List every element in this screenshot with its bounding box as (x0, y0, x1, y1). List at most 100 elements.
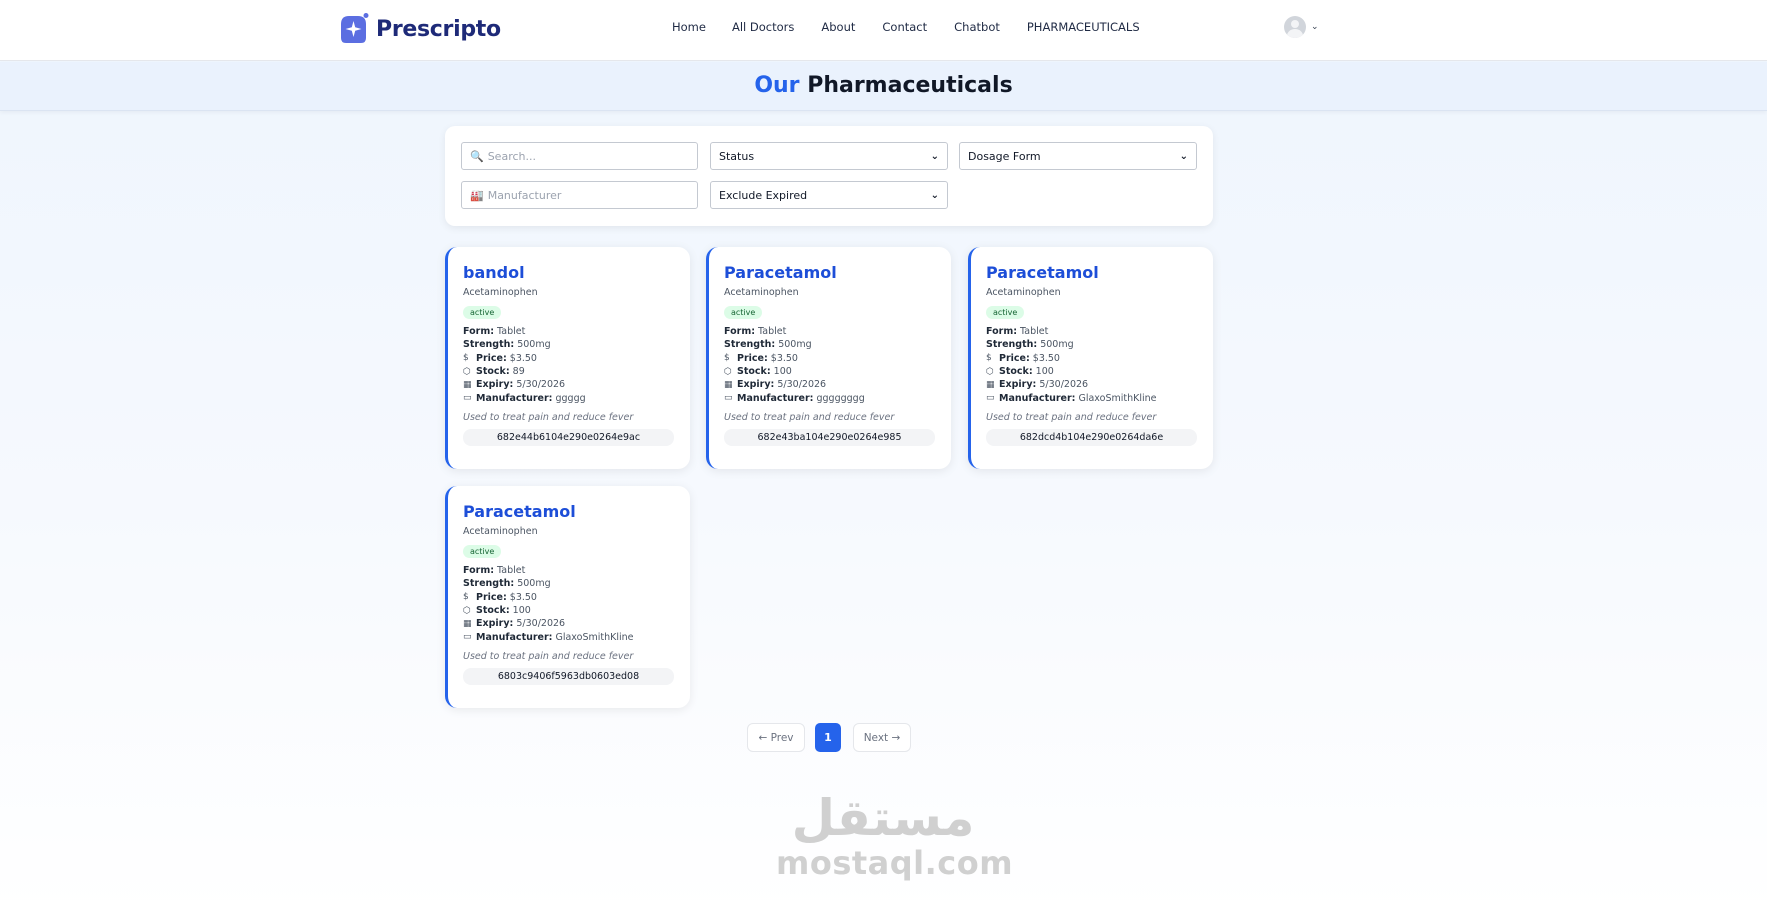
manufacturer-row: ▭ Manufacturer: ggggg (463, 391, 674, 404)
stock-row: ⬡ Stock: 100 (724, 365, 935, 378)
medicine-card[interactable]: Paracetamol Acetaminophen active Form: Ta… (706, 247, 951, 469)
price-row: $ Price: $3.50 (463, 591, 674, 604)
medicine-description: Used to treat pain and reduce fever (463, 650, 634, 662)
top-navbar: Prescripto Home All Doctors About Contac… (0, 0, 1767, 61)
form-label: Form: (724, 326, 756, 338)
chevron-down-icon[interactable]: ⌄ (1311, 22, 1319, 32)
page-title-band: Our Pharmaceuticals (0, 62, 1767, 111)
form-row: Form: Tablet (986, 325, 1197, 338)
nav-contact[interactable]: Contact (882, 20, 927, 34)
watermark-arabic: مستقل (791, 789, 975, 847)
medicine-card[interactable]: Paracetamol Acetaminophen active Form: Ta… (968, 247, 1213, 469)
status-badge: active (463, 306, 502, 319)
strength-label: Strength: (724, 339, 776, 351)
form-row: Form: Tablet (463, 325, 674, 338)
prev-button[interactable]: ← Prev (747, 723, 805, 752)
medicine-description: Used to treat pain and reduce fever (724, 411, 895, 423)
nav-all-doctors[interactable]: All Doctors (732, 20, 794, 34)
status-badge: active (463, 545, 502, 558)
expiry-row: ▦ Expiry: 5/30/2026 (986, 378, 1197, 391)
prescripto-logo-icon (341, 13, 369, 43)
form-value: Tablet (758, 326, 787, 338)
medicine-card[interactable]: bandol Acetaminophen active Form: Tablet … (445, 247, 690, 469)
stock-value: 100 (773, 366, 792, 378)
avatar[interactable] (1284, 16, 1306, 38)
expiry-value: 5/30/2026 (516, 379, 566, 391)
medicine-name: bandol (463, 263, 525, 282)
brand[interactable]: Prescripto (336, 12, 501, 46)
next-button[interactable]: Next → (853, 723, 911, 752)
medicine-name: Paracetamol (724, 263, 837, 282)
exclude-expired-select[interactable]: Exclude Expired ⌄ (710, 181, 948, 209)
medicine-description: Used to treat pain and reduce fever (986, 411, 1157, 423)
search-icon: 🔍 (470, 149, 484, 163)
expiry-label: Expiry: (737, 379, 775, 391)
chevron-down-icon: ⌄ (1179, 150, 1188, 162)
folder-icon: ▭ (463, 632, 472, 643)
stock-label: Stock: (476, 605, 510, 617)
manufacturer-value: GlaxoSmithKline (1078, 392, 1157, 404)
search-placeholder: Search... (487, 149, 536, 163)
manufacturer-label: Manufacturer: (999, 392, 1076, 404)
price-row: $ Price: $3.50 (986, 352, 1197, 365)
price-label: Price: (999, 352, 1030, 364)
form-label: Form: (463, 326, 495, 338)
stock-row: ⬡ Stock: 100 (986, 365, 1197, 378)
profile-menu[interactable]: ⌄ (1284, 16, 1319, 38)
expiry-value: 5/30/2026 (777, 379, 827, 391)
status-select[interactable]: Status ⌄ (710, 142, 948, 170)
price-row: $ Price: $3.50 (724, 352, 935, 365)
brand-name: Prescripto (376, 16, 501, 42)
status-badge: active (724, 306, 763, 319)
strength-value: 500mg (778, 339, 812, 351)
manufacturer-label: Manufacturer: (476, 631, 553, 643)
strength-row: Strength: 500mg (463, 577, 674, 590)
manufacturer-row: ▭ Manufacturer: gggggggg (724, 391, 935, 404)
folder-icon: ▭ (724, 393, 733, 404)
manufacturer-row: ▭ Manufacturer: GlaxoSmithKline (986, 391, 1197, 404)
stock-value: 100 (1035, 366, 1054, 378)
nav-chatbot[interactable]: Chatbot (954, 20, 1000, 34)
manufacturer-value: ggggg (555, 392, 586, 404)
medicine-id: 682e43ba104e290e0264e985 (724, 428, 935, 446)
price-label: Price: (476, 591, 507, 603)
dollar-icon: $ (463, 592, 469, 603)
status-badge: active (986, 306, 1025, 319)
medicine-id: 682e44b6104e290e0264e9ac (463, 428, 674, 446)
expiry-value: 5/30/2026 (1039, 379, 1089, 391)
price-value: $3.50 (1032, 352, 1060, 364)
price-value: $3.50 (770, 352, 798, 364)
strength-value: 500mg (517, 578, 551, 590)
dollar-icon: $ (463, 353, 469, 364)
exclude-expired-select-value: Exclude Expired (719, 188, 808, 202)
generic-name: Acetaminophen (463, 526, 538, 537)
price-row: $ Price: $3.50 (463, 352, 674, 365)
strength-row: Strength: 500mg (724, 338, 935, 351)
box-icon: ⬡ (724, 366, 732, 377)
dollar-icon: $ (724, 353, 730, 364)
dollar-icon: $ (986, 353, 992, 364)
strength-row: Strength: 500mg (463, 338, 674, 351)
expiry-label: Expiry: (476, 618, 514, 630)
nav-about[interactable]: About (821, 20, 855, 34)
manufacturer-value: GlaxoSmithKline (555, 631, 634, 643)
manufacturer-label: Manufacturer: (476, 392, 553, 404)
dosage-form-select[interactable]: Dosage Form ⌄ (959, 142, 1197, 170)
expiry-label: Expiry: (999, 379, 1037, 391)
medicine-name: Paracetamol (463, 502, 576, 521)
manufacturer-value: gggggggg (816, 392, 865, 404)
manufacturer-input[interactable]: 🏭 Manufacturer (461, 181, 698, 209)
box-icon: ⬡ (463, 605, 471, 616)
page-number-current[interactable]: 1 (815, 723, 841, 752)
nav-home[interactable]: Home (672, 20, 706, 34)
search-input[interactable]: 🔍 Search... (461, 142, 698, 170)
chevron-down-icon: ⌄ (930, 189, 939, 201)
pagination: ← Prev 1 Next → (747, 723, 911, 752)
strength-value: 500mg (517, 339, 551, 351)
strength-label: Strength: (986, 339, 1038, 351)
stock-row: ⬡ Stock: 89 (463, 365, 674, 378)
medicine-card[interactable]: Paracetamol Acetaminophen active Form: Ta… (445, 486, 690, 708)
form-value: Tablet (497, 326, 526, 338)
nav-pharmaceuticals[interactable]: PHARMACEUTICALS (1027, 20, 1140, 34)
form-value: Tablet (497, 565, 526, 577)
